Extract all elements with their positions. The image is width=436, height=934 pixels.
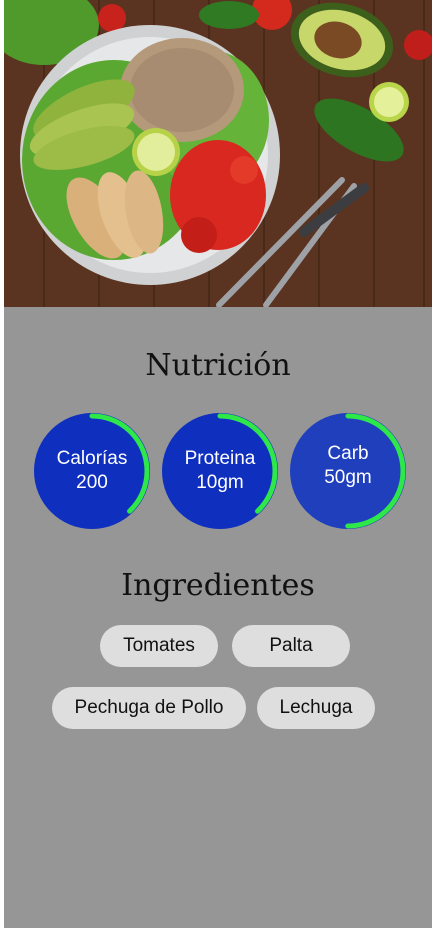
ring-text: Carb 50gm	[288, 411, 408, 531]
ring-label: Proteina	[184, 448, 256, 469]
ring-text: Calorías 200	[32, 411, 152, 531]
salad-bowl-photo	[4, 0, 432, 307]
ring-text: Proteina 10gm	[160, 411, 280, 531]
ring-value: 50gm	[324, 467, 372, 488]
protein-ring[interactable]: Proteina 10gm	[160, 411, 280, 531]
hero-image	[4, 0, 432, 307]
ring-label: Carb	[327, 443, 369, 464]
ring-value: 200	[76, 472, 108, 493]
nutrition-screen: Nutrición Calorías 200 Proteina 10gm Car…	[4, 0, 432, 928]
ring-value: 10gm	[196, 472, 244, 493]
ingredient-chip-lettuce[interactable]: Lechuga	[257, 687, 375, 729]
calories-ring[interactable]: Calorías 200	[32, 411, 152, 531]
ring-label: Calorías	[56, 448, 128, 469]
ingredients-title: Ingredientes	[121, 568, 315, 603]
nutrition-title: Nutrición	[145, 348, 291, 383]
carb-ring[interactable]: Carb 50gm	[288, 411, 408, 531]
ingredient-chip-avocado[interactable]: Palta	[232, 625, 350, 667]
ingredient-chip-tomatoes[interactable]: Tomates	[100, 625, 218, 667]
ingredient-chip-chicken[interactable]: Pechuga de Pollo	[52, 687, 246, 729]
